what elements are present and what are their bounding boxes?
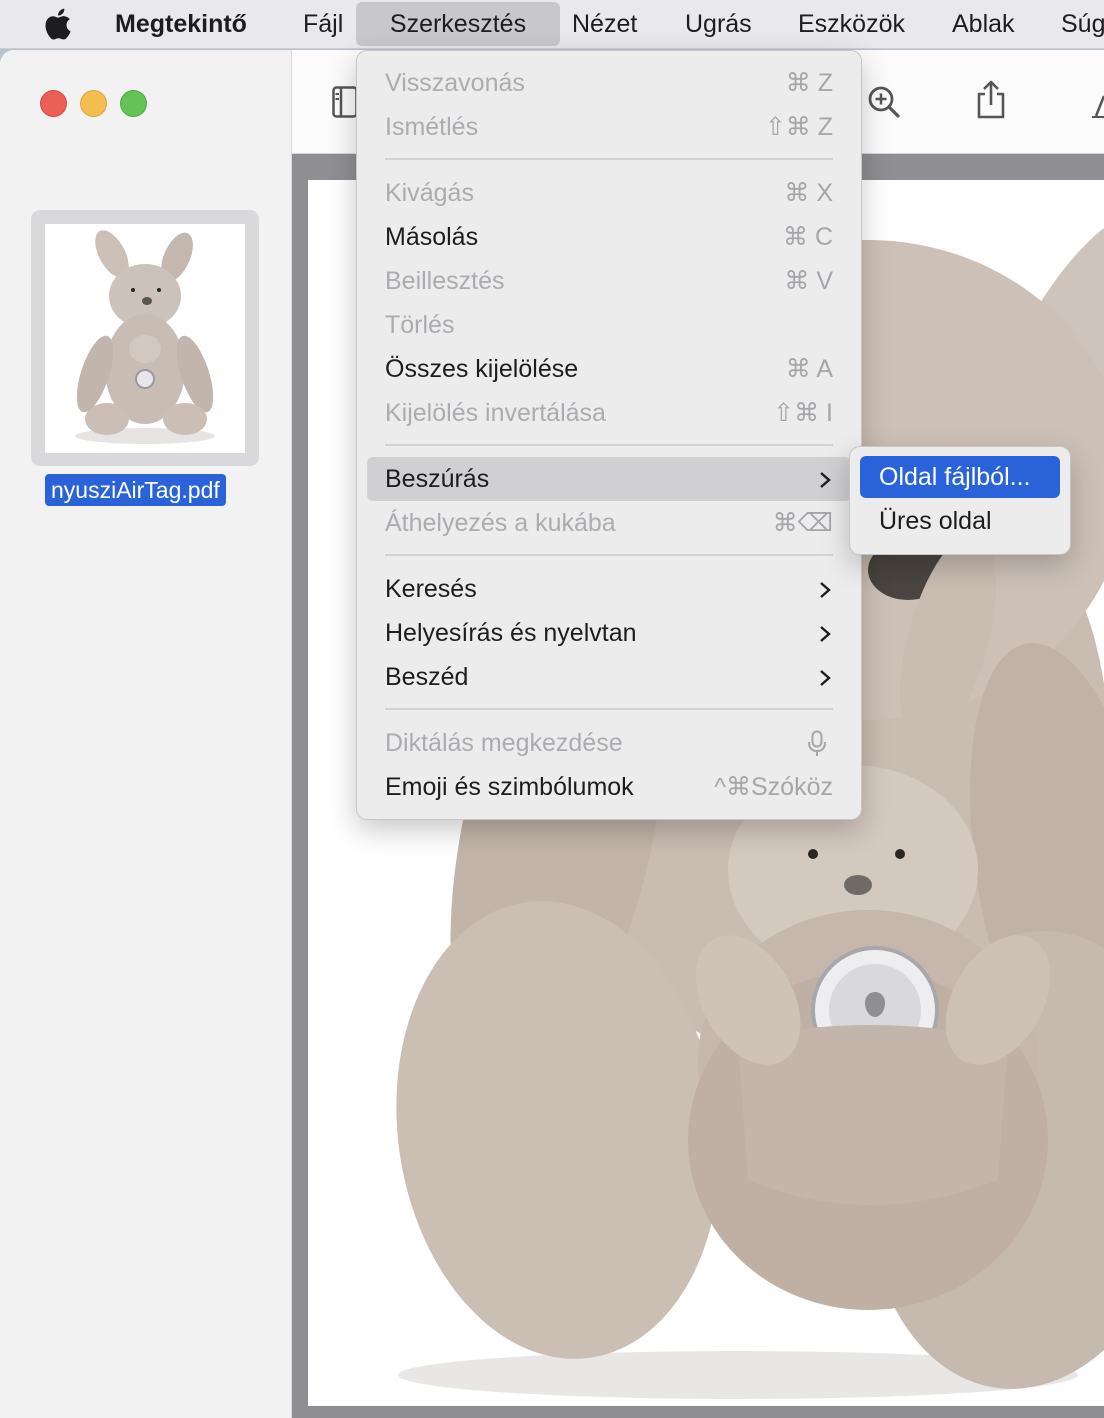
- menu-item-label: Kivágás: [385, 179, 474, 207]
- menu-item-label: Ismétlés: [385, 113, 479, 141]
- menu-separator: [385, 554, 833, 556]
- menu-tools[interactable]: Eszközök: [798, 0, 905, 48]
- menu-item-label: Kijelölés invertálása: [385, 399, 606, 427]
- menu-item-insert[interactable]: Beszúrás: [367, 457, 851, 501]
- zoom-button[interactable]: [120, 90, 147, 117]
- menu-item-label: Törlés: [385, 311, 455, 339]
- chevron-right-icon: [820, 472, 831, 488]
- menu-item-label: Beillesztés: [385, 267, 505, 295]
- page-thumbnail[interactable]: [31, 210, 259, 466]
- thumbnail-filename[interactable]: nyusziAirTag.pdf: [45, 474, 226, 506]
- menu-item-invert-selection[interactable]: Kijelölés invertálása ⇧⌘ I: [367, 391, 851, 435]
- menu-item-label: Emoji és szimbólumok: [385, 773, 634, 801]
- chevron-right-icon: [820, 670, 831, 686]
- menu-item-shortcut: ⌘ V: [784, 267, 833, 295]
- menu-item-redo[interactable]: Ismétlés ⇧⌘ Z: [367, 105, 851, 149]
- close-button[interactable]: [40, 90, 67, 117]
- menu-item-label: Áthelyezés a kukába: [385, 509, 616, 537]
- thumbnail-image: [45, 224, 245, 453]
- menu-bar: Megtekintő Fájl Szerkesztés Nézet Ugrás …: [0, 0, 1104, 49]
- menu-view[interactable]: Nézet: [572, 0, 637, 48]
- menu-separator: [385, 444, 833, 446]
- menu-item-label: Keresés: [385, 575, 477, 603]
- menu-item-label: Másolás: [385, 223, 479, 251]
- menu-item-emoji-symbols[interactable]: Emoji és szimbólumok ^⌘Szóköz: [367, 765, 851, 809]
- menu-item-label: Beszúrás: [385, 465, 490, 493]
- sidebar-toggle-icon[interactable]: [332, 86, 358, 118]
- menu-item-label: Diktálás megkezdése: [385, 729, 623, 757]
- menu-separator: [385, 158, 833, 160]
- menu-item-shortcut: ⌘ X: [784, 179, 833, 207]
- menu-item-spelling-grammar[interactable]: Helyesírás és nyelvtan: [367, 611, 851, 655]
- menu-go[interactable]: Ugrás: [685, 0, 752, 48]
- microphone-icon: [808, 730, 826, 756]
- menu-item-shortcut: ⌘ A: [785, 355, 833, 383]
- menu-item-shortcut: ^⌘Szóköz: [714, 773, 833, 801]
- menu-separator: [385, 708, 833, 710]
- menu-item-label: Összes kijelölése: [385, 355, 579, 383]
- menu-item-shortcut: ⇧⌘ Z: [764, 113, 833, 141]
- chevron-right-icon: [820, 582, 831, 598]
- menu-item-move-to-trash[interactable]: Áthelyezés a kukába ⌘⌫: [367, 501, 851, 545]
- menu-item-undo[interactable]: Visszavonás ⌘ Z: [367, 61, 851, 105]
- submenu-item-page-from-file[interactable]: Oldal fájlból...: [860, 456, 1060, 498]
- edit-menu: Visszavonás ⌘ Z Ismétlés ⇧⌘ Z Kivágás ⌘ …: [356, 50, 862, 820]
- menu-item-label: Helyesírás és nyelvtan: [385, 619, 637, 647]
- zoom-in-icon[interactable]: [866, 84, 902, 120]
- menu-item-label: Beszéd: [385, 663, 469, 691]
- menu-item-speech[interactable]: Beszéd: [367, 655, 851, 699]
- menu-help[interactable]: Súg: [1061, 0, 1104, 48]
- menu-item-find[interactable]: Keresés: [367, 567, 851, 611]
- menu-item-delete[interactable]: Törlés: [367, 303, 851, 347]
- submenu-item-blank-page[interactable]: Üres oldal: [860, 500, 1060, 542]
- minimize-button[interactable]: [80, 90, 107, 117]
- menu-item-paste[interactable]: Beillesztés ⌘ V: [367, 259, 851, 303]
- menu-item-select-all[interactable]: Összes kijelölése ⌘ A: [367, 347, 851, 391]
- share-icon[interactable]: [974, 80, 1008, 120]
- menu-window[interactable]: Ablak: [952, 0, 1015, 48]
- menu-item-shortcut: ⌘ C: [783, 223, 833, 251]
- apple-logo-icon[interactable]: [42, 8, 72, 40]
- menu-item-label: Visszavonás: [385, 69, 525, 97]
- markup-icon[interactable]: [1092, 92, 1104, 118]
- insert-submenu: Oldal fájlból... Üres oldal: [849, 446, 1071, 555]
- menu-item-shortcut: ⌘⌫: [772, 509, 833, 537]
- menu-file[interactable]: Fájl: [303, 0, 343, 48]
- menu-edit[interactable]: Szerkesztés: [356, 2, 560, 46]
- menu-item-shortcut: ⇧⌘ I: [773, 399, 833, 427]
- menu-item-start-dictation[interactable]: Diktálás megkezdése: [367, 721, 851, 765]
- menu-app-name[interactable]: Megtekintő: [115, 0, 247, 48]
- chevron-right-icon: [820, 626, 831, 642]
- thumbnail-sidebar: nyusziAirTag.pdf: [0, 50, 292, 1418]
- menu-item-cut[interactable]: Kivágás ⌘ X: [367, 171, 851, 215]
- menu-item-copy[interactable]: Másolás ⌘ C: [367, 215, 851, 259]
- menu-item-shortcut: ⌘ Z: [785, 69, 833, 97]
